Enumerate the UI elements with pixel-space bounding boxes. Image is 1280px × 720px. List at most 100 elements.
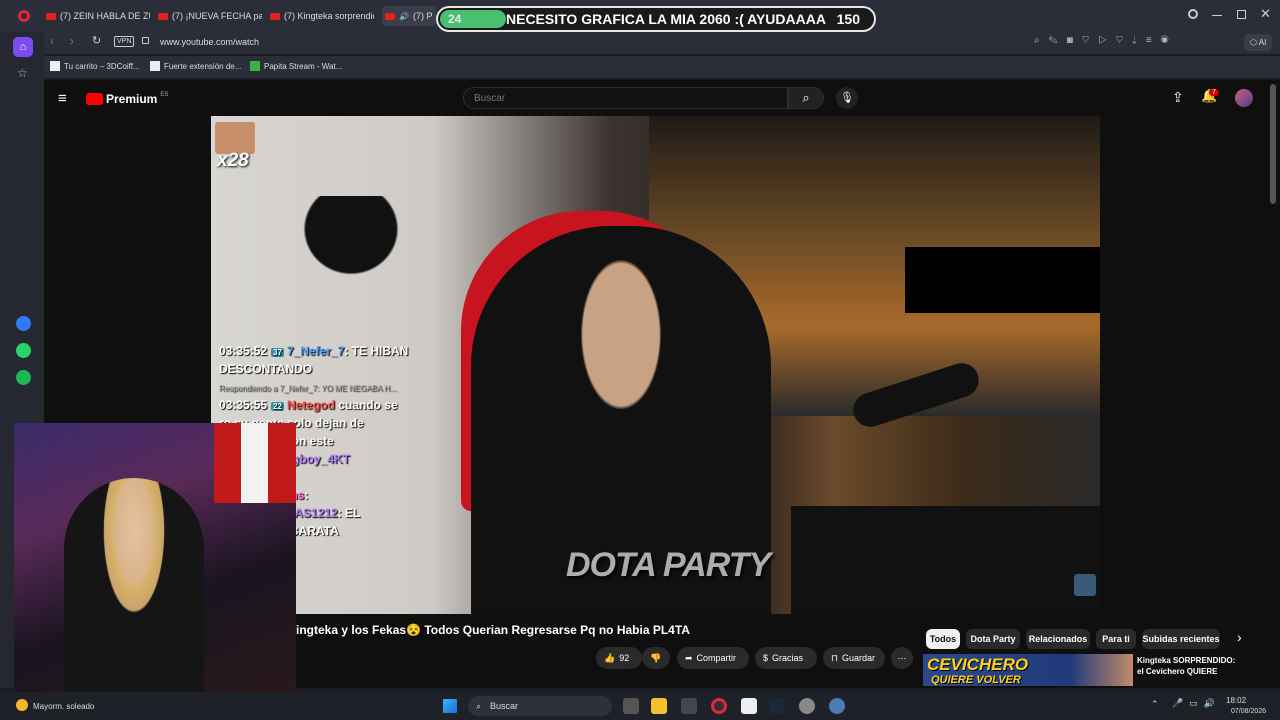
taskbar-search-label: Buscar xyxy=(490,701,519,711)
whatsapp-icon[interactable] xyxy=(16,343,31,358)
chat-message: : xyxy=(304,488,309,502)
tab-3[interactable]: (7) Kingteka sorprendido xyxy=(270,6,374,26)
dislike-button[interactable]: 👎 xyxy=(642,647,670,669)
chat-username: 7_Nefer_7 xyxy=(286,344,345,358)
bookmark-3[interactable]: Papita Stream - Wat... xyxy=(250,61,342,71)
maximize-button[interactable] xyxy=(1237,10,1246,19)
thanks-icon: $ xyxy=(763,653,769,663)
region-code: ES xyxy=(160,92,169,98)
search-tabs-icon[interactable] xyxy=(1188,9,1198,19)
bookmark-favicon-icon xyxy=(250,61,260,71)
bookmark-1[interactable]: Tu carrito – 3DCoiff... xyxy=(50,61,140,71)
recommended-title[interactable]: Kingteka SORPRENDIDO: el Cevichero QUIER… xyxy=(1137,655,1237,677)
browser-titlebar: (7) ZEIN HABLA DE ZULLY (7) ¡NUEVA FECHA… xyxy=(0,0,1280,32)
youtube-logo[interactable]: Premium ES xyxy=(86,92,168,106)
share-icon: ➦ xyxy=(685,652,693,663)
voice-search-icon[interactable]: 🎙 xyxy=(836,87,858,109)
video-player[interactable]: x28 DOTA PARTY 03:35:52 37 7_Nefer_7: TE H… xyxy=(211,116,1100,614)
scrollbar[interactable] xyxy=(1270,84,1276,204)
recommended-thumbnail[interactable]: CEVICHERO QUIERE VOLVER xyxy=(923,654,1133,686)
youtube-tab-icon xyxy=(46,12,56,20)
bookmark-label: Tu carrito – 3DCoiff... xyxy=(64,61,140,71)
chat-timestamp: 03:35:52 xyxy=(219,344,268,358)
forward-button[interactable]: › xyxy=(70,34,74,48)
stream-overlay-logo xyxy=(1074,574,1096,596)
reload-button[interactable]: ↻ xyxy=(92,34,101,47)
weather-text[interactable]: Mayorm. soleado xyxy=(33,702,94,711)
chip-relacionados[interactable]: Relacionados xyxy=(1026,629,1090,649)
steam-icon[interactable] xyxy=(769,698,785,714)
chip-para-ti[interactable]: Para ti xyxy=(1096,629,1136,649)
app-icon[interactable] xyxy=(681,698,697,714)
start-button[interactable] xyxy=(443,699,457,713)
search-input[interactable] xyxy=(463,87,788,109)
spotify-icon[interactable] xyxy=(16,370,31,385)
minimize-button[interactable] xyxy=(1212,15,1222,16)
app-icon-2[interactable] xyxy=(799,698,815,714)
chip-subidas-recientes[interactable]: Subidas recientes xyxy=(1142,629,1220,649)
file-explorer-icon[interactable] xyxy=(651,698,667,714)
multiplier-text: x28 xyxy=(217,150,249,171)
share-button[interactable]: ➦ Compartir xyxy=(677,647,749,669)
tab-1[interactable]: (7) ZEIN HABLA DE ZULLY xyxy=(46,6,150,26)
bookmark-2[interactable]: Fuerte extensión de... xyxy=(150,61,241,71)
system-tray-icons[interactable]: 🎤▭🔊 xyxy=(1172,698,1221,709)
thumbs-down-icon: 👎 xyxy=(650,652,662,663)
search-button[interactable]: ⌕ xyxy=(788,87,824,109)
chat-message: : EL xyxy=(337,506,361,520)
desk xyxy=(791,506,1100,614)
thumbs-up-icon: 👍 xyxy=(604,652,616,663)
clock-time[interactable]: 18:02 xyxy=(1226,696,1246,705)
overlay-message: NECESITO GRAFICA LA MIA 2060 :( AYUDAAAA xyxy=(506,11,826,27)
share-label: Compartir xyxy=(696,653,737,663)
bookmark-label: Fuerte extensión de... xyxy=(164,61,242,71)
menu-icon[interactable]: ≡ xyxy=(58,90,67,107)
notepad-icon[interactable] xyxy=(741,698,757,714)
bookmarks-bar: Tu carrito – 3DCoiff... Fuerte extensión… xyxy=(44,56,1280,78)
stream-watermark: DOTA PARTY xyxy=(566,546,771,584)
close-button[interactable]: ✕ xyxy=(1260,6,1271,22)
windows-taskbar: Mayorm. soleado ⌕ Buscar ⌃ 🎤▭🔊 18:02 07/… xyxy=(0,692,1280,720)
chat-badge: 37 xyxy=(271,348,284,357)
tab-4-active[interactable]: 🔊 (7) P xyxy=(382,6,436,26)
toolbar-icons: ⌕✎◙♡▷♡⇣≡◉ xyxy=(1034,35,1178,46)
chip-dota-party[interactable]: Dota Party xyxy=(966,629,1020,649)
chat-line: 03:35:55 22 Netegod cuando se xyxy=(219,398,449,412)
back-button[interactable]: ‹ xyxy=(50,34,54,48)
facecam-flag xyxy=(214,423,296,503)
taskbar-search[interactable]: ⌕ Buscar xyxy=(468,696,612,716)
opera-icon[interactable] xyxy=(711,698,727,714)
bookmark-favicon-icon xyxy=(50,61,60,71)
logo-text: Premium xyxy=(106,92,158,106)
bookmark-label: Papita Stream - Wat... xyxy=(264,61,343,71)
save-button[interactable]: ⊓ Guardar xyxy=(823,647,885,669)
avatar[interactable] xyxy=(1235,89,1253,107)
tab-2[interactable]: (7) ¡NUEVA FECHA par xyxy=(158,6,262,26)
thumbnail-text: CEVICHERO xyxy=(927,655,1029,674)
thanks-button[interactable]: $ Gracias xyxy=(755,647,817,669)
lock-icon xyxy=(142,37,149,44)
chat-message: cuando se xyxy=(334,398,398,412)
up-arrow-icon[interactable]: ⌃ xyxy=(1151,699,1159,710)
url-field[interactable]: www.youtube.com/watch xyxy=(160,37,259,47)
chip-todos[interactable]: Todos xyxy=(926,629,960,649)
vpn-badge[interactable]: VPN xyxy=(114,36,135,47)
notification-count: 7 xyxy=(1209,89,1219,96)
opera-logo-icon[interactable] xyxy=(18,10,30,22)
settings-icon[interactable] xyxy=(829,698,845,714)
task-view-icon[interactable] xyxy=(623,698,639,714)
overlay-amount: 150 xyxy=(836,11,860,27)
like-button[interactable]: 👍 92 xyxy=(596,647,642,669)
chips-next-icon[interactable]: › xyxy=(1237,629,1242,645)
speaker-icon: 🔊 xyxy=(399,11,409,21)
ai-button[interactable]: ⬡ AI xyxy=(1244,34,1273,51)
messenger-icon[interactable] xyxy=(16,316,31,331)
donation-overlay: 24 NECESITO GRAFICA LA MIA 2060 :( AYUDA… xyxy=(436,6,876,32)
upload-icon[interactable]: ⇪ xyxy=(1172,89,1184,106)
chat-line: DESCONTANDO xyxy=(219,362,449,376)
pinboard-icon[interactable]: ☆ xyxy=(17,66,28,80)
clock-date[interactable]: 07/08/2026 xyxy=(1231,708,1266,715)
tab-label: (7) ZEIN HABLA DE ZULLY xyxy=(60,11,150,21)
more-options-button[interactable]: ⋯ xyxy=(891,647,913,669)
home-icon[interactable]: ⌂ xyxy=(13,37,33,57)
